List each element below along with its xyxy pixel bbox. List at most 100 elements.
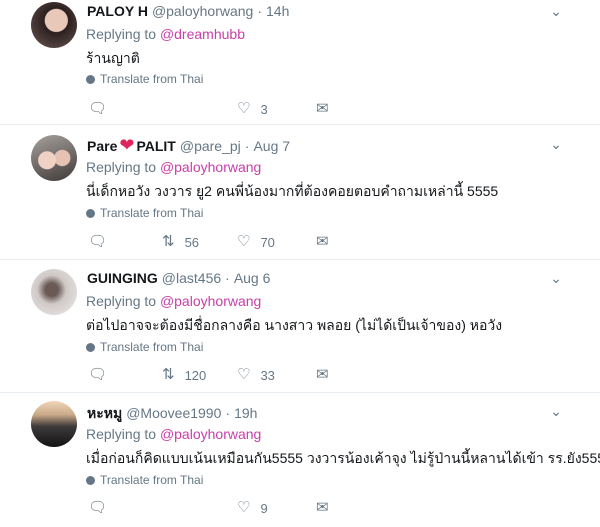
display-name[interactable]: PALOY H: [87, 3, 148, 19]
like-button[interactable]: ♡ 9: [237, 499, 268, 517]
globe-icon: [86, 75, 95, 84]
reply-button[interactable]: 🗨: [88, 366, 117, 384]
display-name[interactable]: หะหมู: [87, 405, 122, 421]
replying-to: Replying to @dreamhubb: [86, 26, 245, 42]
like-count: 33: [260, 367, 275, 383]
tweet-header: หะหมู @Moovee1990 · 19h: [87, 403, 257, 425]
tweet-text: ร้านญาติ: [86, 50, 140, 66]
mention-link[interactable]: @dreamhubb: [160, 26, 245, 42]
avatar[interactable]: [31, 401, 77, 447]
retweet-button[interactable]: ⇅ 120: [162, 366, 206, 384]
tweet-text: ต่อไปอาจจะต้องมีชื่อกลางคือ นางสาว พลอย …: [86, 317, 503, 333]
tweet-header: GUINGING @last456 · Aug 6: [87, 270, 270, 286]
chevron-down-icon[interactable]: ⌄: [550, 403, 562, 420]
time-separator: ·: [225, 270, 230, 286]
reply-button[interactable]: 🗨: [88, 233, 117, 251]
mention-link[interactable]: @paloyhorwang: [160, 426, 261, 442]
retweet-icon: ⇅: [162, 233, 175, 250]
dm-button[interactable]: ✉: [316, 366, 339, 384]
heart-icon: ♡: [237, 366, 251, 383]
retweet-icon: ⇅: [162, 366, 175, 383]
tweet-actions: 🗨 ♡ 9 ✉: [86, 499, 346, 517]
tweet-time[interactable]: Aug 6: [234, 270, 271, 286]
display-name[interactable]: Pare: [87, 138, 117, 154]
like-count: 3: [260, 101, 268, 117]
tweet-actions: 🗨 ⇅ 120 ♡ 33 ✉: [86, 366, 346, 384]
tweet-text: เมื่อก่อนก็คิดแบบเน้นเหมือนกัน5555 วงวาร…: [86, 450, 600, 466]
display-name-suffix[interactable]: PALIT: [136, 138, 175, 154]
replying-to-label: Replying to: [86, 426, 157, 442]
retweet-count: 120: [184, 367, 207, 383]
tweet-time[interactable]: Aug 7: [253, 138, 290, 154]
time-separator: ·: [257, 3, 262, 19]
translate-label: Translate from Thai: [100, 473, 204, 487]
display-name[interactable]: GUINGING: [87, 270, 158, 286]
heart-badge-icon: ❤: [119, 135, 135, 155]
tweet-time[interactable]: 14h: [266, 3, 289, 19]
translate-link[interactable]: Translate from Thai: [86, 473, 203, 487]
tweet-4[interactable]: หะหมู @Moovee1990 · 19h ⌄ Replying to @palo…: [0, 393, 600, 527]
dm-button[interactable]: ✉: [316, 233, 339, 251]
reply-button[interactable]: 🗨: [88, 100, 117, 118]
time-separator: ·: [225, 405, 231, 421]
reply-icon: 🗨: [88, 499, 108, 516]
avatar[interactable]: [31, 2, 77, 48]
tweet-text: นี่เด็กหอวัง วงวาร ยู2 คนพี่น้องมากที่ต้…: [86, 183, 499, 199]
replying-to-label: Replying to: [86, 159, 157, 175]
reply-button[interactable]: 🗨: [88, 499, 117, 517]
like-button[interactable]: ♡ 70: [237, 233, 275, 251]
replying-to: Replying to @paloyhorwang: [86, 426, 261, 442]
time-separator: ·: [244, 138, 250, 154]
mention-link[interactable]: @paloyhorwang: [160, 159, 261, 175]
reply-icon: 🗨: [88, 233, 108, 250]
replying-to-label: Replying to: [86, 293, 157, 309]
envelope-icon: ✉: [316, 233, 329, 250]
envelope-icon: ✉: [316, 100, 329, 117]
user-handle[interactable]: @paloyhorwang: [152, 3, 253, 19]
user-handle[interactable]: @last456: [162, 270, 221, 286]
translate-link[interactable]: Translate from Thai: [86, 340, 203, 354]
tweet-3[interactable]: GUINGING @last456 · Aug 6 ⌄ Replying to @pa…: [0, 260, 600, 393]
dm-button[interactable]: ✉: [316, 100, 339, 118]
reply-icon: 🗨: [88, 100, 108, 117]
tweet-2[interactable]: Pare ❤ PALIT @pare_pj · Aug 7 ⌄ Replying to @…: [0, 125, 600, 260]
heart-icon: ♡: [237, 499, 251, 516]
translate-label: Translate from Thai: [100, 206, 204, 220]
heart-icon: ♡: [237, 100, 251, 117]
like-count: 9: [260, 500, 268, 516]
replying-to-label: Replying to: [86, 26, 157, 42]
reply-icon: 🗨: [88, 366, 108, 383]
user-handle[interactable]: @pare_pj: [180, 138, 241, 154]
globe-icon: [86, 343, 95, 352]
user-handle[interactable]: @Moovee1990: [126, 405, 221, 421]
retweet-button[interactable]: ⇅ 56: [162, 233, 199, 251]
envelope-icon: ✉: [316, 366, 329, 383]
heart-icon: ♡: [237, 233, 251, 250]
translate-label: Translate from Thai: [100, 72, 204, 86]
retweet-count: 56: [184, 234, 200, 250]
like-count: 70: [260, 234, 275, 250]
dm-button[interactable]: ✉: [316, 499, 339, 517]
avatar[interactable]: [31, 135, 77, 181]
like-button[interactable]: ♡ 3: [237, 100, 268, 118]
globe-icon: [86, 476, 95, 485]
envelope-icon: ✉: [316, 499, 329, 516]
replying-to: Replying to @paloyhorwang: [86, 159, 261, 175]
translate-link[interactable]: Translate from Thai: [86, 72, 203, 86]
translate-label: Translate from Thai: [100, 340, 204, 354]
tweet-header: PALOY H @paloyhorwang · 14h: [87, 3, 289, 19]
tweet-time[interactable]: 19h: [234, 405, 257, 421]
tweet-header: Pare ❤ PALIT @pare_pj · Aug 7: [87, 135, 290, 156]
like-button[interactable]: ♡ 33: [237, 366, 275, 384]
tweet-actions: 🗨 ⇅ 56 ♡ 70 ✉: [86, 233, 346, 251]
chevron-down-icon[interactable]: ⌄: [550, 136, 562, 153]
chevron-down-icon[interactable]: ⌄: [550, 270, 562, 287]
avatar[interactable]: [31, 269, 77, 315]
mention-link[interactable]: @paloyhorwang: [160, 293, 261, 309]
translate-link[interactable]: Translate from Thai: [86, 206, 203, 220]
replying-to: Replying to @paloyhorwang: [86, 293, 261, 309]
tweet-1[interactable]: PALOY H @paloyhorwang · 14h ⌄ Replying to @…: [0, 0, 600, 125]
globe-icon: [86, 209, 95, 218]
chevron-down-icon[interactable]: ⌄: [550, 3, 562, 20]
tweet-feed: PALOY H @paloyhorwang · 14h ⌄ Replying to @…: [0, 0, 600, 527]
